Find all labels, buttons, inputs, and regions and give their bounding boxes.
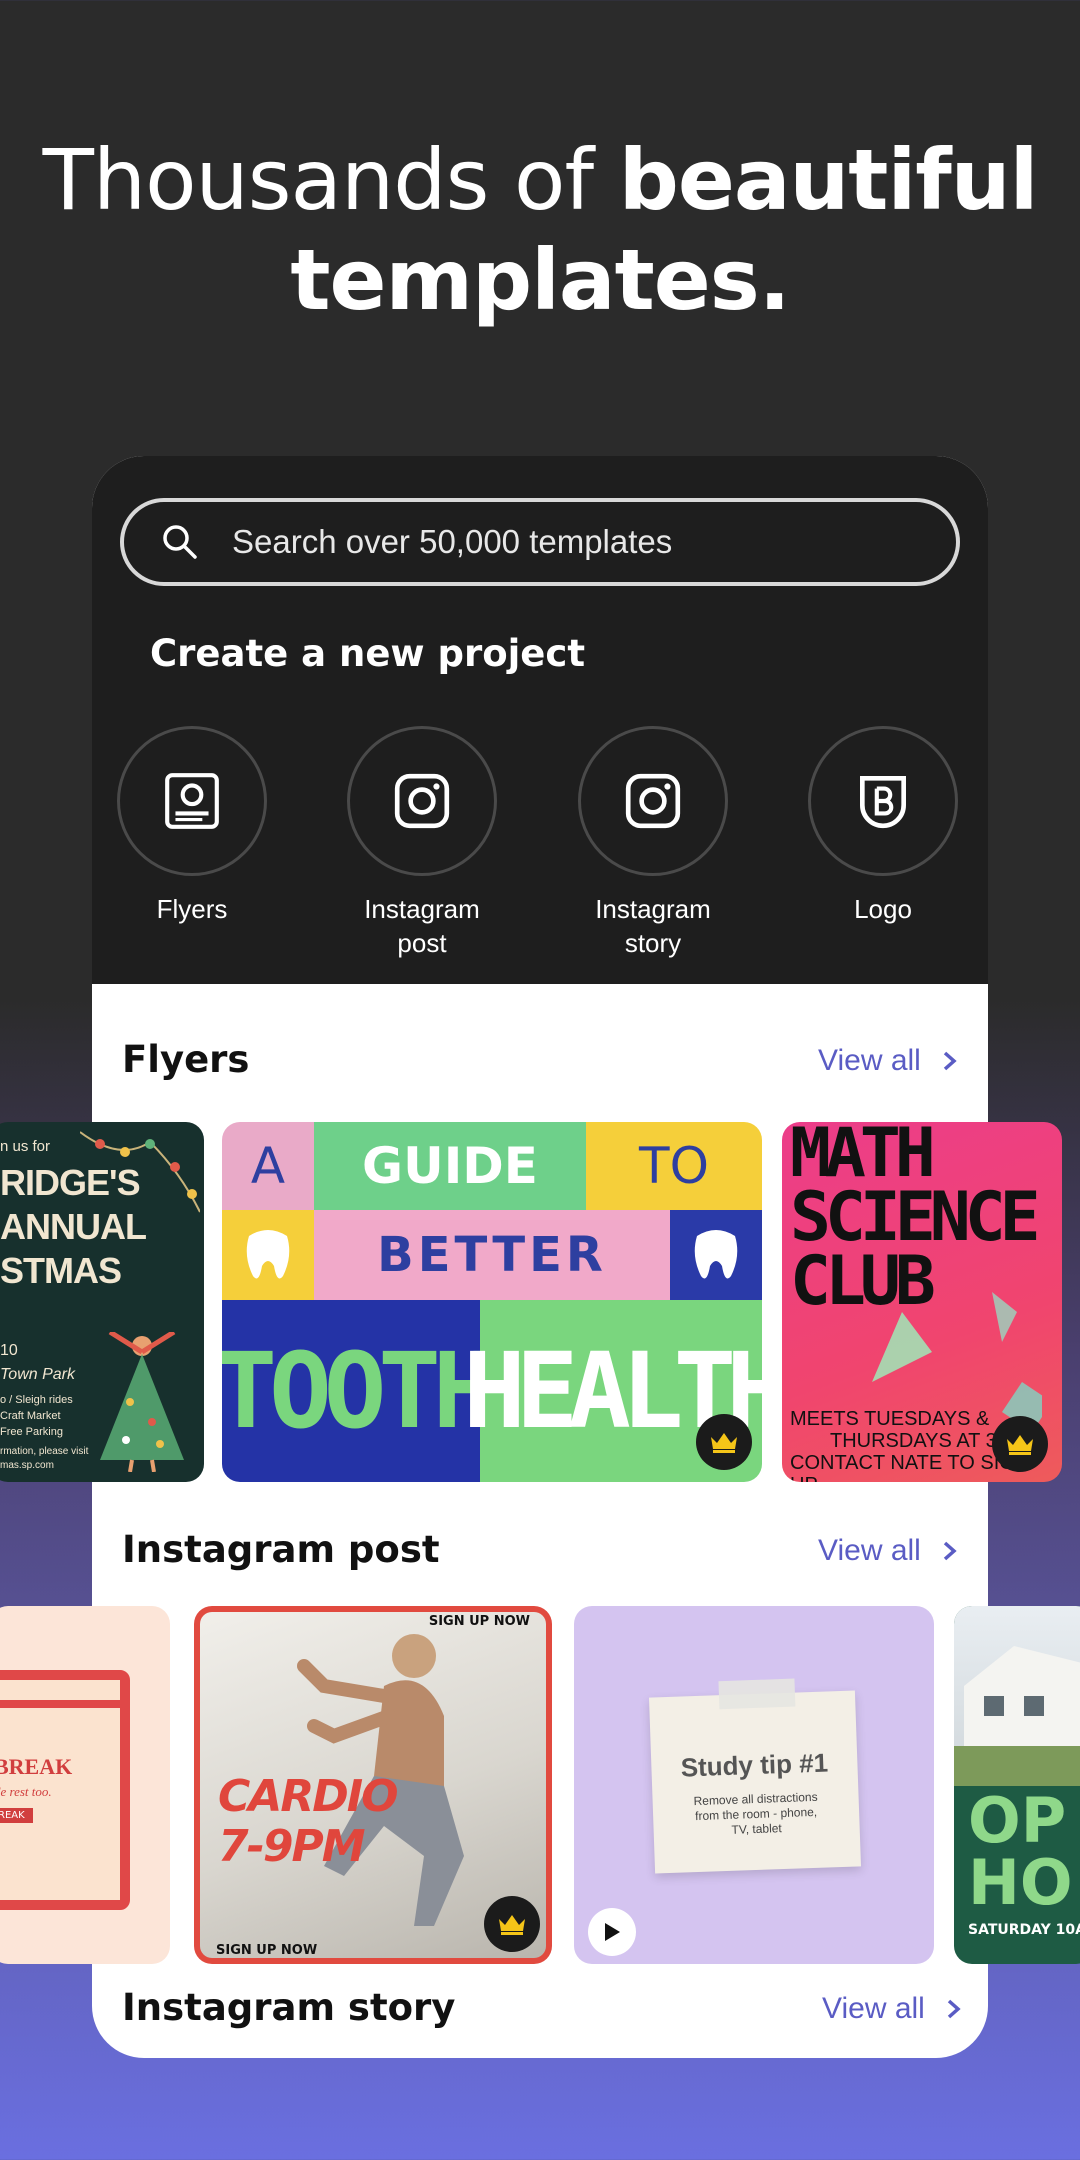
view-all-label: View all xyxy=(818,1044,921,1077)
flyer-text: TO xyxy=(586,1122,762,1210)
flyer-text: Free Parking xyxy=(0,1426,63,1438)
premium-badge xyxy=(696,1414,752,1470)
flyer-text: BETTER xyxy=(314,1210,670,1300)
instagram-template-cardio[interactable]: SIGN UP NOW CARDIO 7-9PM SIGN UP NOW xyxy=(194,1606,552,1964)
flyer-text: mas.sp.com xyxy=(0,1460,54,1471)
view-all-label: View all xyxy=(822,1992,925,2025)
insta-text: BREAK xyxy=(0,1754,73,1779)
insta-text: SATURDAY 10A xyxy=(968,1922,1080,1938)
crown-icon xyxy=(711,1433,737,1453)
flyer-template-christmas[interactable]: n us for RIDGE'S ANNUAL STMAS 10 Town Pa… xyxy=(0,1122,204,1482)
view-all-instagram-story[interactable]: View all xyxy=(822,1992,965,2026)
flyer-text: STMAS xyxy=(0,1250,122,1291)
flyer-text: rmation, please visit xyxy=(0,1446,89,1457)
project-instagram-post-circle xyxy=(347,726,497,876)
crown-icon xyxy=(499,1915,525,1935)
paper-note: Study tip #1 Remove all distractions fro… xyxy=(648,1678,862,1874)
house-illustration xyxy=(954,1646,1080,1786)
insta-text: HO xyxy=(968,1846,1073,1919)
headline-bold: beautiful xyxy=(618,131,1039,229)
play-icon xyxy=(605,1923,620,1941)
project-logo-circle xyxy=(808,726,958,876)
project-instagram-post[interactable]: Instagram post xyxy=(344,726,500,960)
play-button[interactable] xyxy=(588,1908,636,1956)
flyer-text: Craft Market xyxy=(0,1410,61,1422)
view-all-instagram-post[interactable]: View all xyxy=(818,1534,961,1568)
project-flyers-circle xyxy=(117,726,267,876)
project-label: Instagram story xyxy=(595,894,711,958)
headline-line2: templates. xyxy=(290,231,790,329)
flyer-text: 10 xyxy=(0,1342,18,1359)
chevron-right-icon xyxy=(943,1541,957,1561)
flyer-text: n us for xyxy=(0,1138,51,1155)
search-icon xyxy=(163,525,197,559)
flyer-text: Town Park xyxy=(0,1366,75,1383)
headline-light: Thousands of xyxy=(42,131,619,229)
flyer-text: A xyxy=(222,1122,314,1210)
view-all-flyers[interactable]: View all xyxy=(818,1044,961,1078)
create-panel: Search over 50,000 templates Create a ne… xyxy=(92,456,988,984)
tooth-icon-tile xyxy=(222,1210,314,1300)
tooth-icon xyxy=(694,1230,738,1279)
logo-b-icon xyxy=(860,775,906,829)
flyer-text: SCIENCE xyxy=(790,1178,1041,1257)
tooth-icon xyxy=(246,1230,290,1279)
insta-text: SIGN UP NOW xyxy=(428,1614,530,1629)
flyer-text: RIDGE'S xyxy=(0,1162,141,1203)
chevron-right-icon xyxy=(943,1051,957,1071)
insta-text: REAK xyxy=(0,1808,33,1823)
flyer-text: o / Sleigh rides xyxy=(0,1394,73,1406)
flyer-template-math-science[interactable]: MATH SCIENCE CLUB MEETS TUESDAYS & THURS… xyxy=(782,1122,1062,1482)
project-instagram-story[interactable]: Instagram story xyxy=(575,726,731,960)
headline: Thousands of beautiful templates. xyxy=(0,130,1080,330)
chevron-right-icon xyxy=(947,1999,961,2019)
flyer-text: TOOTH xyxy=(222,1300,496,1482)
flyer-text: GUIDE xyxy=(314,1122,586,1210)
insta-text: 7-9PM xyxy=(218,1821,366,1872)
instagram-template-open-house[interactable]: OP HO SATURDAY 10A xyxy=(954,1606,1080,1964)
project-instagram-story-circle xyxy=(578,726,728,876)
project-flyers[interactable]: Flyers xyxy=(114,726,270,926)
instagram-template-break[interactable]: BREAK de rest too. REAK xyxy=(0,1606,170,1964)
christmas-tree-figure xyxy=(100,1332,184,1472)
instagram-template-study-tip[interactable]: Study tip #1 Remove all distractions fro… xyxy=(574,1606,934,1964)
flyer-template-tooth-health[interactable]: A GUIDE TO BETTER TOOTH HEALTH xyxy=(222,1122,762,1482)
instagram-icon xyxy=(625,773,681,829)
premium-badge xyxy=(992,1416,1048,1472)
house-photo xyxy=(954,1606,1080,1786)
section-title-flyers: Flyers xyxy=(122,1038,250,1081)
insta-text: OP xyxy=(968,1784,1067,1857)
insta-text: Study tip #1 xyxy=(680,1747,829,1783)
premium-badge xyxy=(484,1896,540,1952)
project-logo[interactable]: Logo xyxy=(805,726,961,926)
section-title-instagram-story: Instagram story xyxy=(122,1986,456,2029)
insta-text: CARDIO xyxy=(218,1771,399,1822)
project-types: Flyers Instagram post Instagram story Lo… xyxy=(114,726,974,966)
flyer-text: MATH xyxy=(790,1122,936,1193)
view-all-label: View all xyxy=(818,1534,921,1567)
search-placeholder: Search over 50,000 templates xyxy=(232,523,673,560)
create-title: Create a new project xyxy=(150,632,586,675)
project-label: Flyers xyxy=(156,894,228,924)
flyer-icon xyxy=(165,773,219,829)
tooth-icon-tile xyxy=(670,1210,762,1300)
project-label: Instagram post xyxy=(364,894,480,958)
instagram-icon xyxy=(394,773,450,829)
insta-text: de rest too. xyxy=(0,1784,52,1799)
crown-icon xyxy=(1007,1435,1033,1455)
search-input[interactable]: Search over 50,000 templates xyxy=(120,498,960,586)
insta-text: SIGN UP NOW xyxy=(216,1943,318,1958)
section-title-instagram-post: Instagram post xyxy=(122,1528,440,1571)
flyer-text: ANNUAL xyxy=(0,1206,147,1247)
project-label: Logo xyxy=(854,894,912,924)
